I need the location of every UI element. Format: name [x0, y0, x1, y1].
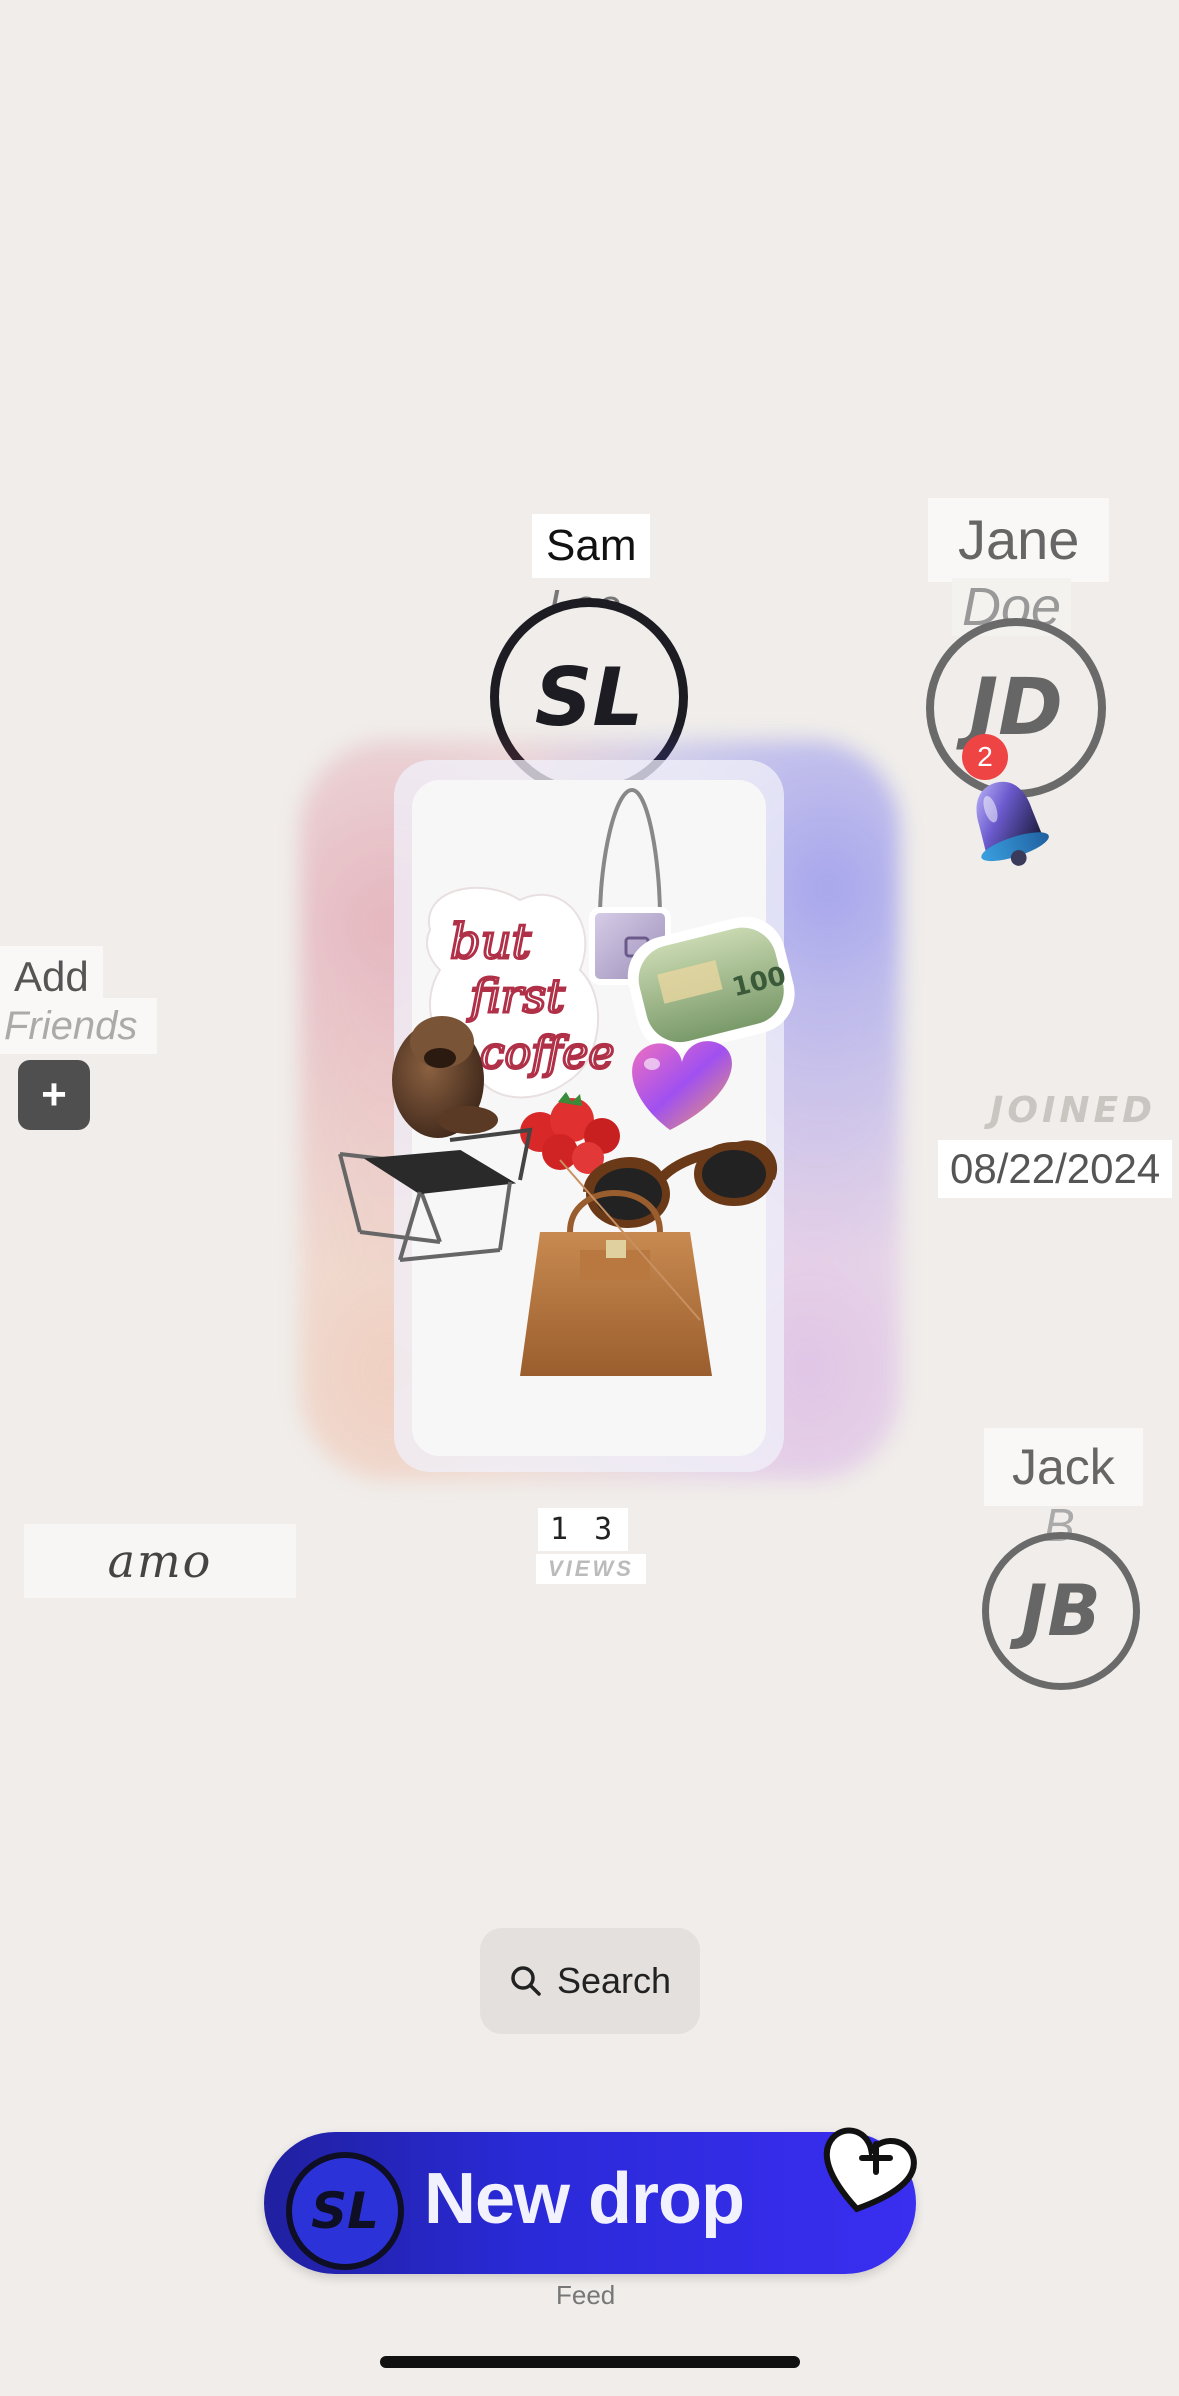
heart-sticker: [632, 1041, 732, 1130]
chair-sticker: [338, 1127, 533, 1262]
profile-first-name: Sam: [532, 514, 651, 578]
brand-tile[interactable]: amo: [24, 1524, 296, 1598]
strawberries-sticker: [520, 1092, 620, 1174]
search-icon: [511, 1966, 541, 1996]
search-button[interactable]: Search: [480, 1928, 700, 2034]
plus-icon: +: [41, 1070, 67, 1119]
friend-avatar-jack[interactable]: JB: [982, 1532, 1140, 1690]
profile-avatar-initials: SL: [534, 650, 644, 744]
sunglasses-sticker: [583, 1140, 777, 1228]
search-label: Search: [556, 1960, 672, 2001]
friend-first-name-jane: Jane: [928, 498, 1110, 582]
svg-text:coffee: coffee: [480, 1028, 614, 1079]
views-count: 1 3: [538, 1508, 629, 1551]
brand-logo-text: amo: [107, 1534, 213, 1588]
new-drop-button[interactable]: SL New drop: [264, 2127, 917, 2274]
home-indicator[interactable]: [380, 2356, 800, 2368]
svg-text:but: but: [450, 914, 532, 970]
new-drop-label: New drop: [424, 2159, 745, 2239]
joined-date: 08/22/2024: [938, 1140, 1173, 1198]
add-friends-sublabel: Friends: [0, 998, 158, 1054]
heart-plus-icon: [823, 2127, 917, 2213]
svg-text:first: first: [467, 969, 565, 1023]
friend-first-name-jack: Jack: [984, 1428, 1143, 1506]
add-friend-button[interactable]: +: [18, 1060, 90, 1130]
new-drop-avatar: SL: [286, 2152, 404, 2270]
tote-bag-sticker: [520, 1159, 712, 1376]
bell-icon[interactable]: [950, 768, 1068, 888]
collage-stickers[interactable]: 100 but first coffee: [330, 780, 830, 1380]
new-drop-avatar-initials: SL: [311, 2182, 379, 2240]
friend-avatar-initials-jack: JB: [1021, 1570, 1101, 1652]
tab-feed[interactable]: Feed: [556, 2280, 615, 2311]
joined-label: JOINED: [990, 1090, 1156, 1131]
views-label: VIEWS: [536, 1554, 646, 1584]
